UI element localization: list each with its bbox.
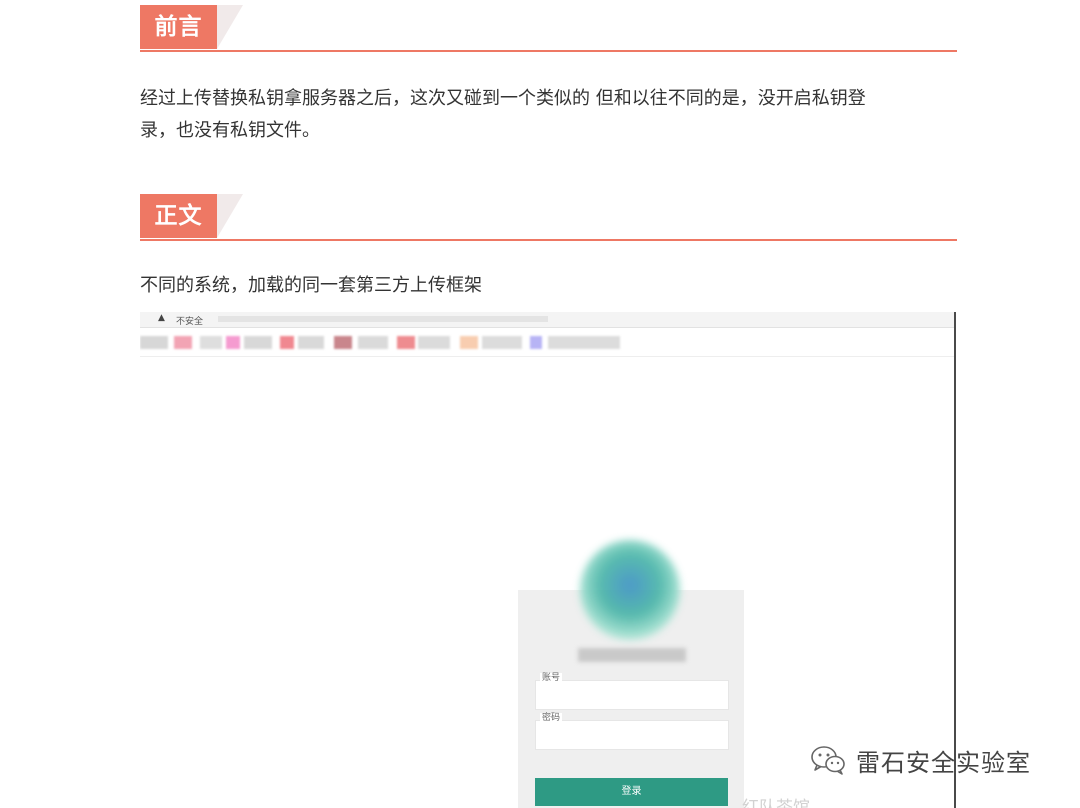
- tag-fold-decoration: [217, 194, 243, 238]
- password-label: 密码: [540, 713, 563, 723]
- blurred-bookmark: [244, 336, 272, 349]
- wechat-icon: [811, 746, 845, 775]
- section-heading-preface: 前言: [140, 5, 957, 53]
- watermark-text: 雷石安全实验室: [856, 748, 1031, 777]
- username-field[interactable]: 账号: [535, 673, 729, 710]
- blurred-bookmark: [226, 336, 240, 349]
- intro-line-1: 经过上传替换私钥拿服务器之后，这次又碰到一个类似的 但和以往不同的是，没开启私钥…: [140, 88, 866, 109]
- intro-line-2: 录，也没有私钥文件。: [140, 120, 320, 141]
- warning-triangle-icon: ▲: [158, 313, 165, 323]
- security-status: 不安全: [176, 317, 204, 327]
- browser-address-bar: ▲ 不安全: [140, 312, 954, 328]
- blurred-bookmark: [482, 336, 522, 349]
- blurred-bookmark: [530, 336, 542, 349]
- tag-fold-decoration: [217, 5, 243, 49]
- body-caption: 不同的系统，加载的同一套第三方上传框架: [140, 275, 482, 296]
- screenshot-border: [954, 312, 956, 808]
- blurred-bookmark: [418, 336, 450, 349]
- blurred-bookmark: [200, 336, 222, 349]
- intro-paragraph: 经过上传替换私钥拿服务器之后，这次又碰到一个类似的 但和以往不同的是，没开启私钥…: [140, 83, 957, 147]
- blurred-bookmark: [174, 336, 192, 349]
- faint-overlay-text: 红队茶馆: [742, 798, 810, 808]
- section-tag: 正文: [140, 194, 217, 238]
- username-label: 账号: [540, 673, 563, 683]
- blurred-bookmark: [460, 336, 478, 349]
- blurred-bookmarks-bar: [140, 330, 954, 357]
- blurred-bookmark: [280, 336, 294, 349]
- blurred-bookmark: [358, 336, 388, 349]
- blurred-url: [218, 316, 548, 322]
- blurred-bookmark: [298, 336, 324, 349]
- login-button[interactable]: 登录: [535, 778, 728, 806]
- blurred-bookmark: [548, 336, 620, 349]
- section-tag: 前言: [140, 5, 217, 49]
- blurred-bookmark: [140, 336, 168, 349]
- blurred-bookmark: [334, 336, 352, 349]
- embedded-screenshot: ▲ 不安全 账号 密码 登录 红队茶馆: [140, 312, 956, 808]
- section-heading-body: 正文: [140, 194, 957, 242]
- blurred-bookmark: [397, 336, 415, 349]
- blurred-logo: [580, 540, 680, 640]
- wechat-watermark: 雷石安全实验室: [808, 740, 1031, 780]
- password-field[interactable]: 密码: [535, 713, 729, 750]
- heading-underline: [140, 50, 957, 52]
- blurred-system-title: [578, 648, 686, 662]
- heading-underline: [140, 239, 957, 241]
